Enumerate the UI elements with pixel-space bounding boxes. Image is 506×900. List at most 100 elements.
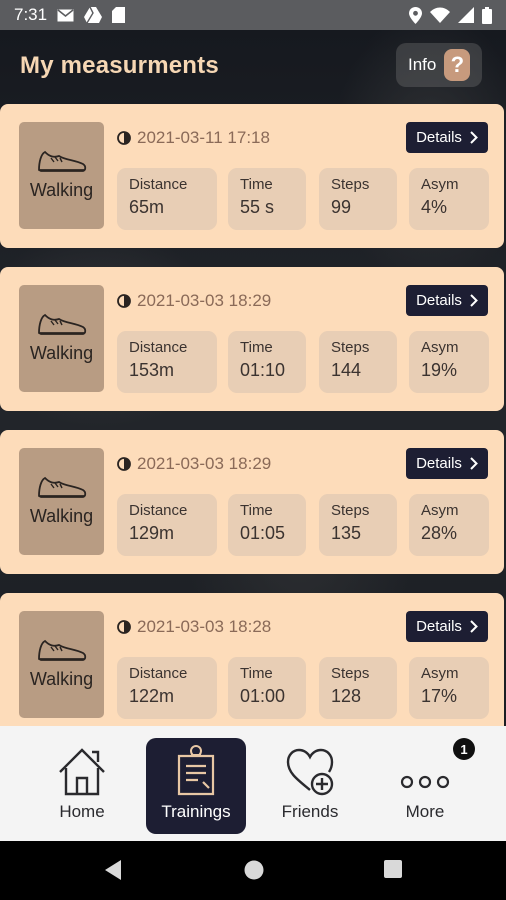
activity-type: Walking <box>19 611 104 718</box>
date-text: 2021-03-03 18:29 <box>137 454 272 473</box>
stat-distance: Distance 65m <box>117 168 217 230</box>
details-button[interactable]: Details <box>406 285 488 316</box>
shoe-icon <box>37 476 86 498</box>
stat-label: Asym <box>421 502 459 519</box>
clock-icon <box>117 131 131 145</box>
bottom-nav: Home Trainings Friends More <box>0 726 506 841</box>
nav-home-label: Home <box>59 802 105 821</box>
drive-icon <box>84 7 103 23</box>
stat-value: 19% <box>421 360 458 380</box>
stat-steps: Steps 99 <box>319 168 397 230</box>
stat-time: Time 01:10 <box>228 331 306 393</box>
details-label: Details <box>416 129 462 146</box>
status-bar: 7:31 <box>0 0 506 30</box>
status-time: 7:31 <box>14 5 48 24</box>
details-label: Details <box>416 618 462 635</box>
activity-label: Walking <box>29 669 94 689</box>
home-icon <box>59 748 105 796</box>
stat-label: Time <box>240 339 273 356</box>
measurement-date: 2021-03-03 18:29 <box>117 454 271 474</box>
measurement-card[interactable]: Walking 2021-03-11 17:18 Details Distanc… <box>0 104 504 248</box>
page-title: My measurments <box>20 52 219 79</box>
sd-card-icon <box>112 7 126 23</box>
activity-label: Walking <box>29 506 94 526</box>
measurement-card[interactable]: Walking 2021-03-03 18:28 Details Distanc… <box>0 593 504 726</box>
stat-value: 17% <box>421 686 458 706</box>
stat-label: Distance <box>129 176 188 193</box>
stat-value: 135 <box>331 523 362 543</box>
chevron-right-icon <box>470 457 478 470</box>
chevron-right-icon <box>470 294 478 307</box>
signal-icon <box>458 7 474 23</box>
stat-label: Asym <box>421 339 459 356</box>
stat-steps: Steps 144 <box>319 331 397 393</box>
back-icon[interactable] <box>103 859 123 881</box>
stat-value: 144 <box>331 360 362 380</box>
measurement-date: 2021-03-03 18:28 <box>117 617 271 637</box>
mail-icon <box>57 8 74 21</box>
stat-asym: Asym 28% <box>409 494 489 556</box>
stat-value: 55 s <box>240 197 275 217</box>
shoe-icon <box>37 150 86 172</box>
date-text: 2021-03-11 17:18 <box>137 128 270 147</box>
location-icon <box>409 6 422 24</box>
shoe-icon <box>37 313 86 335</box>
stat-steps: Steps 128 <box>319 657 397 719</box>
stat-value: 128 <box>331 686 362 706</box>
stat-label: Steps <box>331 339 370 356</box>
stat-value: 65m <box>129 197 165 217</box>
nav-friends-label: Friends <box>281 802 339 821</box>
stat-label: Steps <box>331 502 370 519</box>
measurement-date: 2021-03-03 18:29 <box>117 291 271 311</box>
activity-type: Walking <box>19 448 104 555</box>
activity-type: Walking <box>19 285 104 392</box>
stat-time: Time 01:00 <box>228 657 306 719</box>
stat-distance: Distance 122m <box>117 657 217 719</box>
stat-label: Distance <box>129 665 188 682</box>
wifi-icon <box>430 7 450 23</box>
stat-label: Asym <box>421 176 459 193</box>
battery-icon <box>482 6 492 24</box>
measurement-card[interactable]: Walking 2021-03-03 18:29 Details Distanc… <box>0 430 504 574</box>
heart-plus-icon <box>286 748 334 796</box>
nav-friends[interactable]: Friends <box>260 738 360 834</box>
details-button[interactable]: Details <box>406 611 488 642</box>
measurement-date: 2021-03-11 17:18 <box>117 128 270 148</box>
recents-icon[interactable] <box>383 859 403 879</box>
stat-label: Time <box>240 176 273 193</box>
stat-time: Time 01:05 <box>228 494 306 556</box>
nav-home[interactable]: Home <box>32 738 132 834</box>
system-nav-bar <box>0 841 506 900</box>
stat-value: 122m <box>129 686 175 706</box>
activity-type: Walking <box>19 122 104 229</box>
stat-value: 01:10 <box>240 360 286 380</box>
measurement-card[interactable]: Walking 2021-03-03 18:29 Details Distanc… <box>0 267 504 411</box>
nav-trainings-label: Trainings <box>161 802 231 821</box>
stat-value: 28% <box>421 523 458 543</box>
stat-value: 153m <box>129 360 175 380</box>
stat-time: Time 55 s <box>228 168 306 230</box>
stat-label: Steps <box>331 665 370 682</box>
stat-asym: Asym 19% <box>409 331 489 393</box>
stat-value: 129m <box>129 523 175 543</box>
stat-value: 01:05 <box>240 523 286 543</box>
stat-steps: Steps 135 <box>319 494 397 556</box>
clock-icon <box>117 457 131 471</box>
shoe-icon <box>37 639 86 661</box>
clipboard-icon <box>177 745 215 796</box>
date-text: 2021-03-03 18:29 <box>137 291 272 310</box>
nav-trainings[interactable]: Trainings <box>146 738 246 834</box>
notification-badge: 1 <box>453 738 475 760</box>
date-text: 2021-03-03 18:28 <box>137 617 272 636</box>
details-button[interactable]: Details <box>406 448 488 479</box>
chevron-right-icon <box>470 131 478 144</box>
stat-label: Time <box>240 665 273 682</box>
nav-more-label: More <box>405 802 445 821</box>
question-icon: ? <box>444 49 471 81</box>
info-label: Info <box>408 55 437 74</box>
info-button[interactable]: Info ? <box>396 43 482 87</box>
details-button[interactable]: Details <box>406 122 488 153</box>
home-circle-icon[interactable] <box>243 859 265 881</box>
stat-value: 99 <box>331 197 352 217</box>
stat-label: Distance <box>129 502 188 519</box>
